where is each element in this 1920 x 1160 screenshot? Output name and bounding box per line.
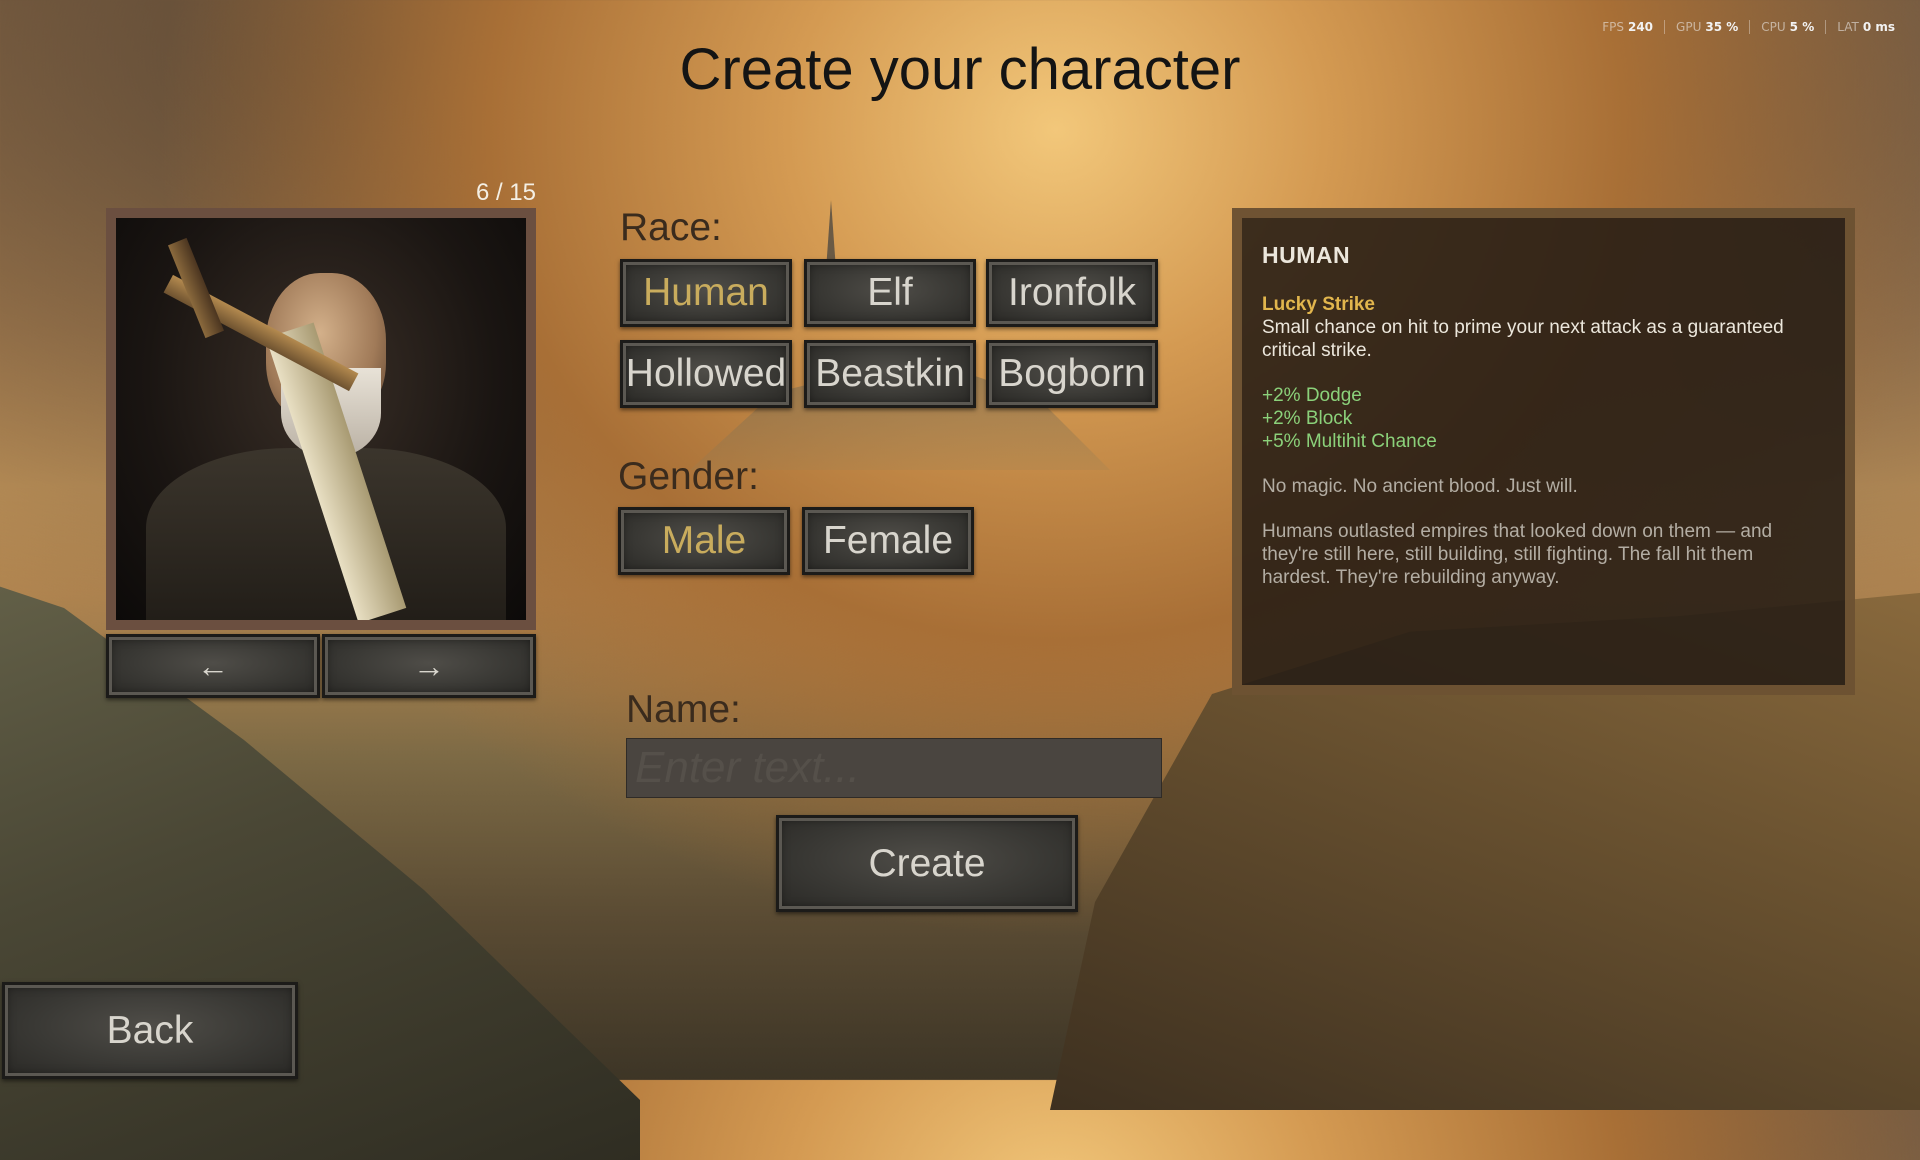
page-title: Create your character xyxy=(679,37,1241,102)
stat-gpu: GPU 35 % xyxy=(1664,20,1749,34)
character-portrait xyxy=(106,208,536,630)
arrow-left-icon: ← xyxy=(197,647,229,684)
race-info-title: HUMAN xyxy=(1262,242,1351,268)
portrait-image xyxy=(116,218,526,620)
bonus-dodge: +2% Dodge xyxy=(1262,385,1362,406)
stat-fps: FPS 240 xyxy=(1602,20,1654,34)
portrait-prev-button[interactable]: ← xyxy=(106,634,320,698)
gender-label: Gender: xyxy=(618,455,759,498)
name-label: Name: xyxy=(626,688,741,731)
trait-name: Lucky Strike xyxy=(1262,294,1375,315)
stat-lat: LAT 0 ms xyxy=(1825,20,1906,34)
gender-option-female[interactable]: Female xyxy=(802,507,974,575)
create-button[interactable]: Create xyxy=(776,815,1078,912)
race-option-hollowed[interactable]: Hollowed xyxy=(620,340,792,408)
race-option-human[interactable]: Human xyxy=(620,259,792,327)
portrait-counter: 6 / 15 xyxy=(475,179,536,206)
stat-cpu: CPU 5 % xyxy=(1749,20,1825,34)
stat-bonuses: +2% Dodge +2% Block +5% Multihit Chance xyxy=(1262,384,1825,453)
race-option-beastkin[interactable]: Beastkin xyxy=(804,340,976,408)
race-label: Race: xyxy=(620,206,722,249)
back-button[interactable]: Back xyxy=(2,982,298,1079)
bonus-multihit: +5% Multihit Chance xyxy=(1262,431,1437,452)
race-option-elf[interactable]: Elf xyxy=(804,259,976,327)
race-tagline: No magic. No ancient blood. Just will. xyxy=(1262,476,1578,497)
perf-stats: FPS 240 GPU 35 % CPU 5 % LAT 0 ms xyxy=(1591,20,1906,34)
race-info-panel: HUMAN Lucky Strike Small chance on hit t… xyxy=(1232,208,1855,695)
race-option-bogborn[interactable]: Bogborn xyxy=(986,340,1158,408)
trait-description: Small chance on hit to prime your next a… xyxy=(1262,317,1784,361)
bonus-block: +2% Block xyxy=(1262,408,1353,429)
name-input[interactable] xyxy=(626,738,1162,798)
race-option-ironfolk[interactable]: Ironfolk xyxy=(986,259,1158,327)
race-lore: Humans outlasted empires that looked dow… xyxy=(1262,521,1773,588)
portrait-next-button[interactable]: → xyxy=(322,634,536,698)
gender-option-male[interactable]: Male xyxy=(618,507,790,575)
arrow-right-icon: → xyxy=(413,647,445,684)
